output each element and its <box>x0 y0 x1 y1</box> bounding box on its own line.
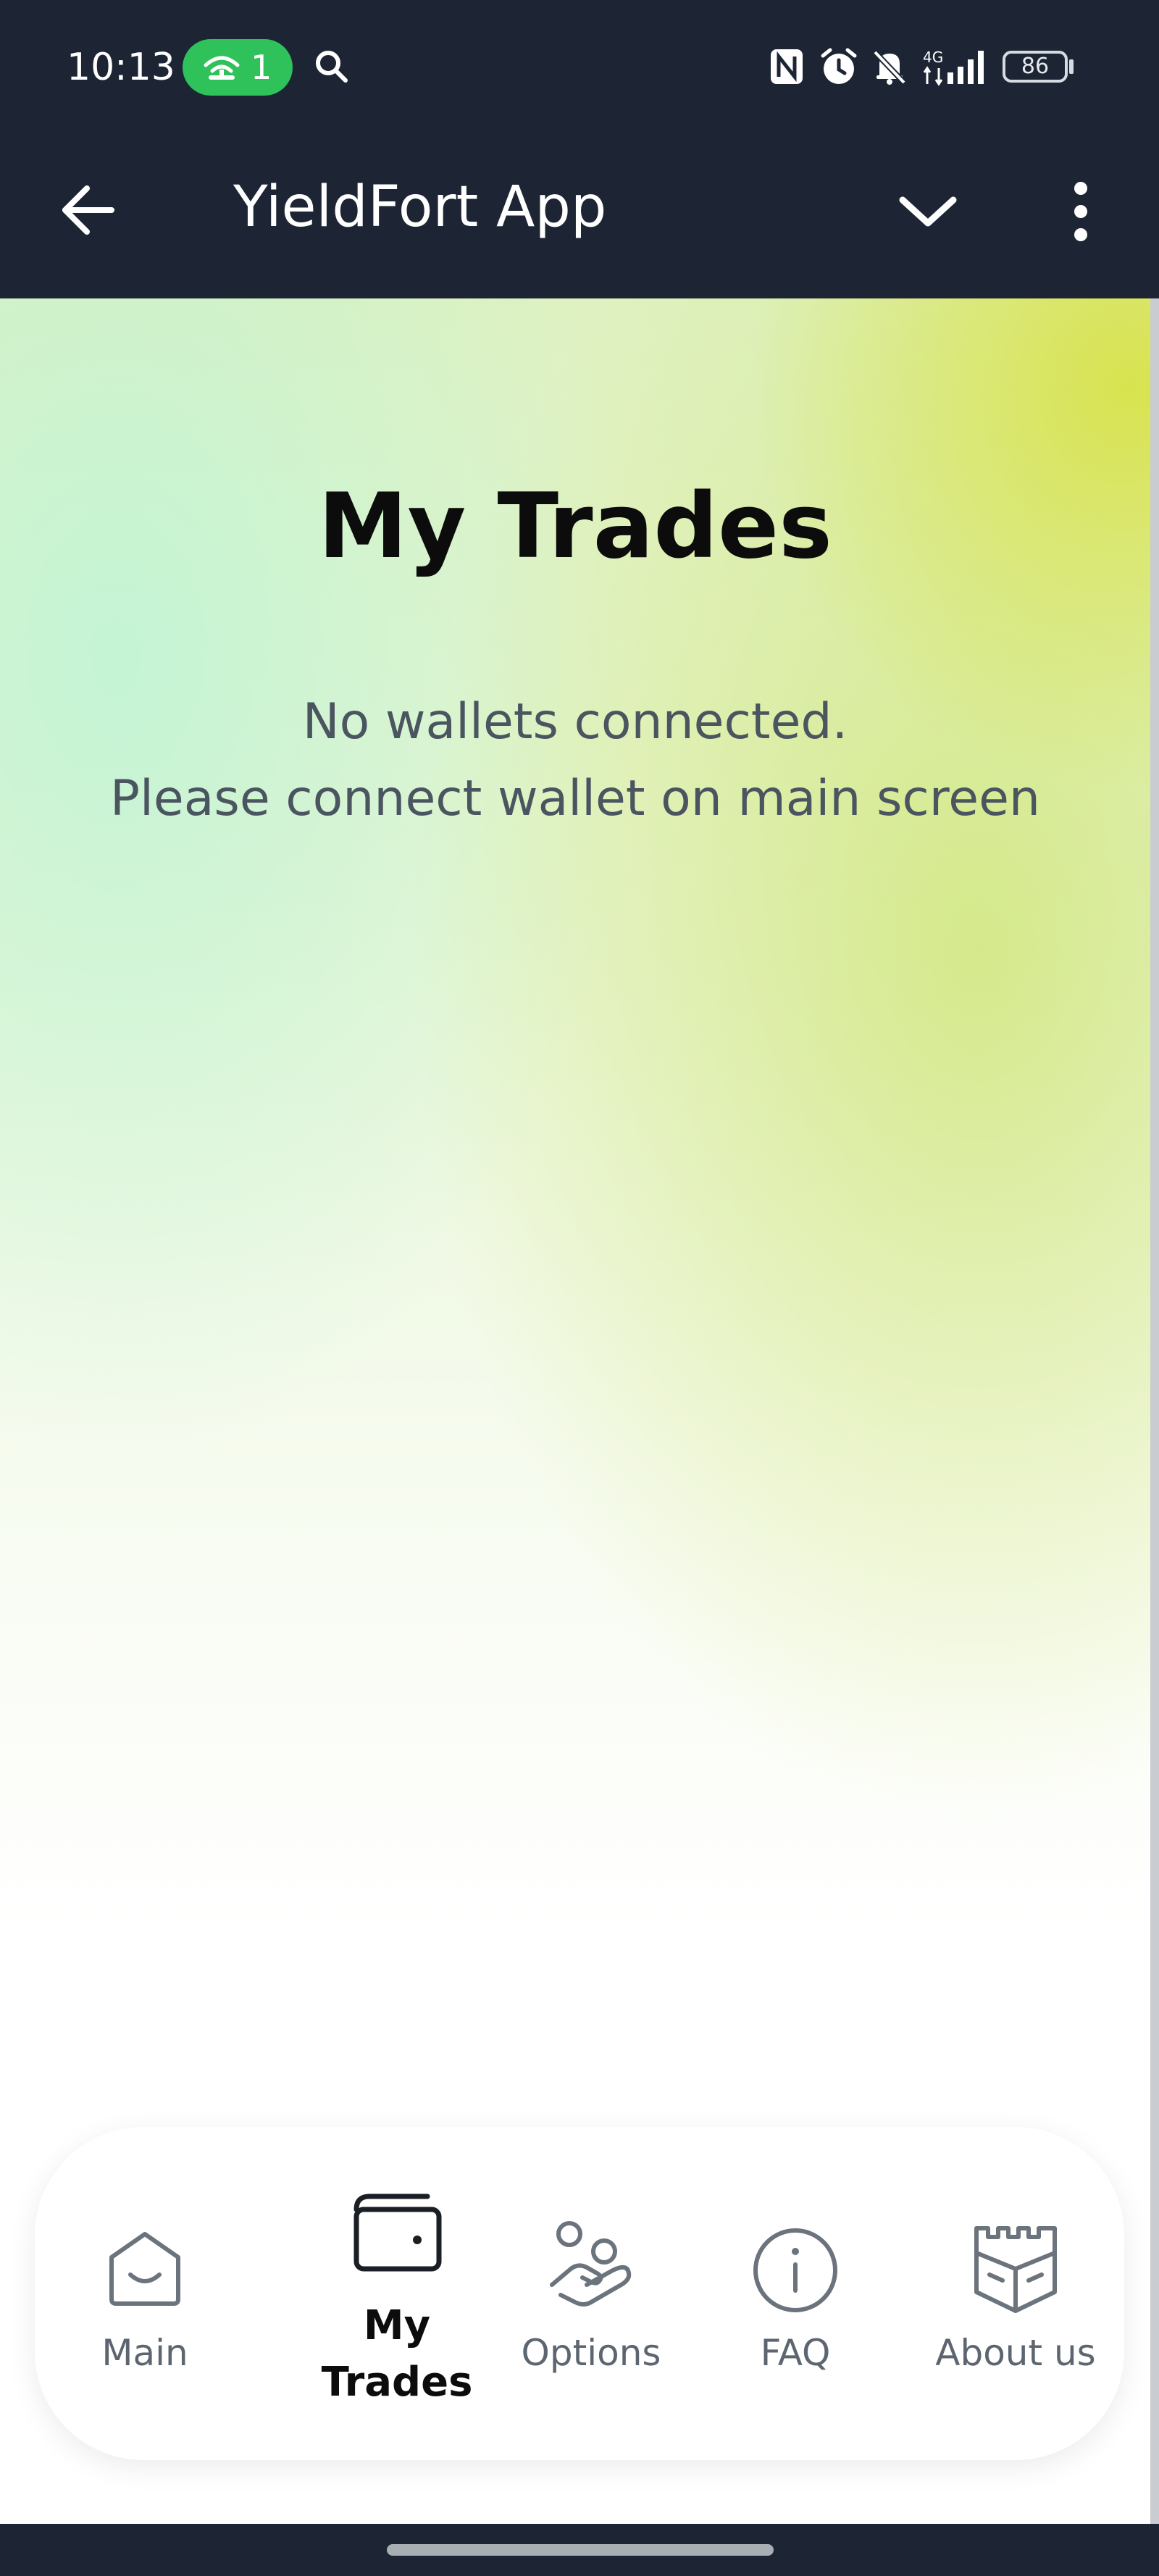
nav-item-about-us[interactable]: About us <box>921 2127 1110 2460</box>
app-bar: YieldFort App <box>0 135 1159 298</box>
hotspot-icon <box>204 56 240 80</box>
nav-label-options: Options <box>521 2332 661 2374</box>
status-time: 10:13 <box>67 46 175 89</box>
info-icon <box>753 2228 837 2312</box>
chevron-down-icon[interactable] <box>897 191 959 232</box>
battery-icon: 86 <box>1003 51 1068 83</box>
svg-text:4G: 4G <box>923 49 943 66</box>
hotspot-indicator: 1 <box>183 39 293 96</box>
nav-item-faq[interactable]: FAQ <box>723 2127 868 2460</box>
empty-state-message-line1: No wallets connected. <box>302 693 848 750</box>
nav-label-main: Main <box>101 2332 188 2374</box>
hotspot-count: 1 <box>251 48 272 87</box>
mute-icon <box>873 50 906 85</box>
bottom-nav: Main My Trades Options FAQ About us <box>35 2127 1124 2460</box>
gesture-bar <box>0 2524 1159 2576</box>
nav-label-about-us: About us <box>935 2332 1096 2374</box>
hand-coin-icon <box>550 2221 632 2307</box>
alarm-icon <box>821 48 857 84</box>
nav-label-faq: FAQ <box>760 2332 831 2374</box>
gesture-handle[interactable] <box>387 2544 774 2556</box>
back-arrow-icon[interactable] <box>58 180 119 241</box>
search-icon <box>316 51 348 83</box>
battery-nub <box>1069 59 1074 74</box>
battery-level: 86 <box>1021 54 1050 79</box>
status-bar: 10:13 1 4G 86 <box>0 0 1159 135</box>
empty-state-message-line2: Please connect wallet on main screen <box>109 770 1041 827</box>
castle-icon <box>974 2226 1057 2313</box>
page-title: My Trades <box>318 474 832 579</box>
nfc-icon <box>771 49 803 84</box>
signal-icon <box>947 51 984 84</box>
home-smile-icon <box>109 2232 180 2306</box>
app-title: YieldFort App <box>233 175 607 240</box>
more-vert-icon[interactable] <box>1065 175 1097 248</box>
nav-item-my-trades[interactable]: My Trades <box>281 2127 513 2460</box>
scroll-edge <box>1150 298 1159 2524</box>
nav-label-my-trades-line2: Trades <box>321 2359 473 2406</box>
nav-item-options[interactable]: Options <box>504 2127 678 2460</box>
nav-item-main[interactable]: Main <box>72 2127 217 2460</box>
nav-label-my-trades-line1: My <box>363 2302 431 2349</box>
wallet-icon <box>353 2194 442 2272</box>
4g-icon: 4G <box>923 49 943 86</box>
